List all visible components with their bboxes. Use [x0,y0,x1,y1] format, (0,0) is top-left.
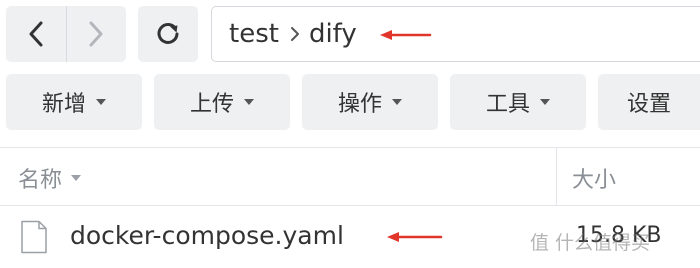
settings-button[interactable]: 设置 [598,74,700,130]
caret-down-icon [244,99,254,105]
chevron-right-icon [89,21,103,47]
column-header-name-label: 名称 [18,168,63,193]
path-segment[interactable]: test [229,19,279,49]
refresh-button[interactable] [138,6,198,62]
action-button-label: 操作 [337,92,382,117]
column-resize-handle[interactable] [556,148,557,205]
column-header-size[interactable]: 大小 [572,162,616,194]
back-button[interactable] [6,6,66,62]
new-button[interactable]: 新增 [6,74,142,130]
annotation-arrow [380,30,432,40]
chevron-left-icon [29,21,43,47]
refresh-icon [157,23,179,44]
column-header-name[interactable]: 名称 [18,162,82,194]
file-icon [21,220,47,254]
tools-button-label: 工具 [485,92,530,117]
path-segment[interactable]: dify [309,19,357,49]
caret-down-icon [71,175,82,181]
table-header: 名称 大小 [0,148,700,205]
settings-button-label: 设置 [626,92,671,117]
nav-button-group [6,6,126,62]
caret-down-icon [96,99,106,105]
annotation-arrow [387,232,443,242]
watermark: 值 什么值得买 [530,232,651,254]
upload-button-label: 上传 [189,92,234,117]
file-name[interactable]: docker-compose.yaml [70,221,344,250]
action-button[interactable]: 操作 [302,74,438,130]
upload-button[interactable]: 上传 [154,74,290,130]
tools-button[interactable]: 工具 [450,74,586,130]
forward-button[interactable] [66,6,126,62]
path-breadcrumb[interactable]: test dify [211,6,700,62]
caret-down-icon [392,99,402,105]
caret-down-icon [540,99,550,105]
new-button-label: 新增 [41,92,86,117]
chevron-right-icon [290,26,300,42]
